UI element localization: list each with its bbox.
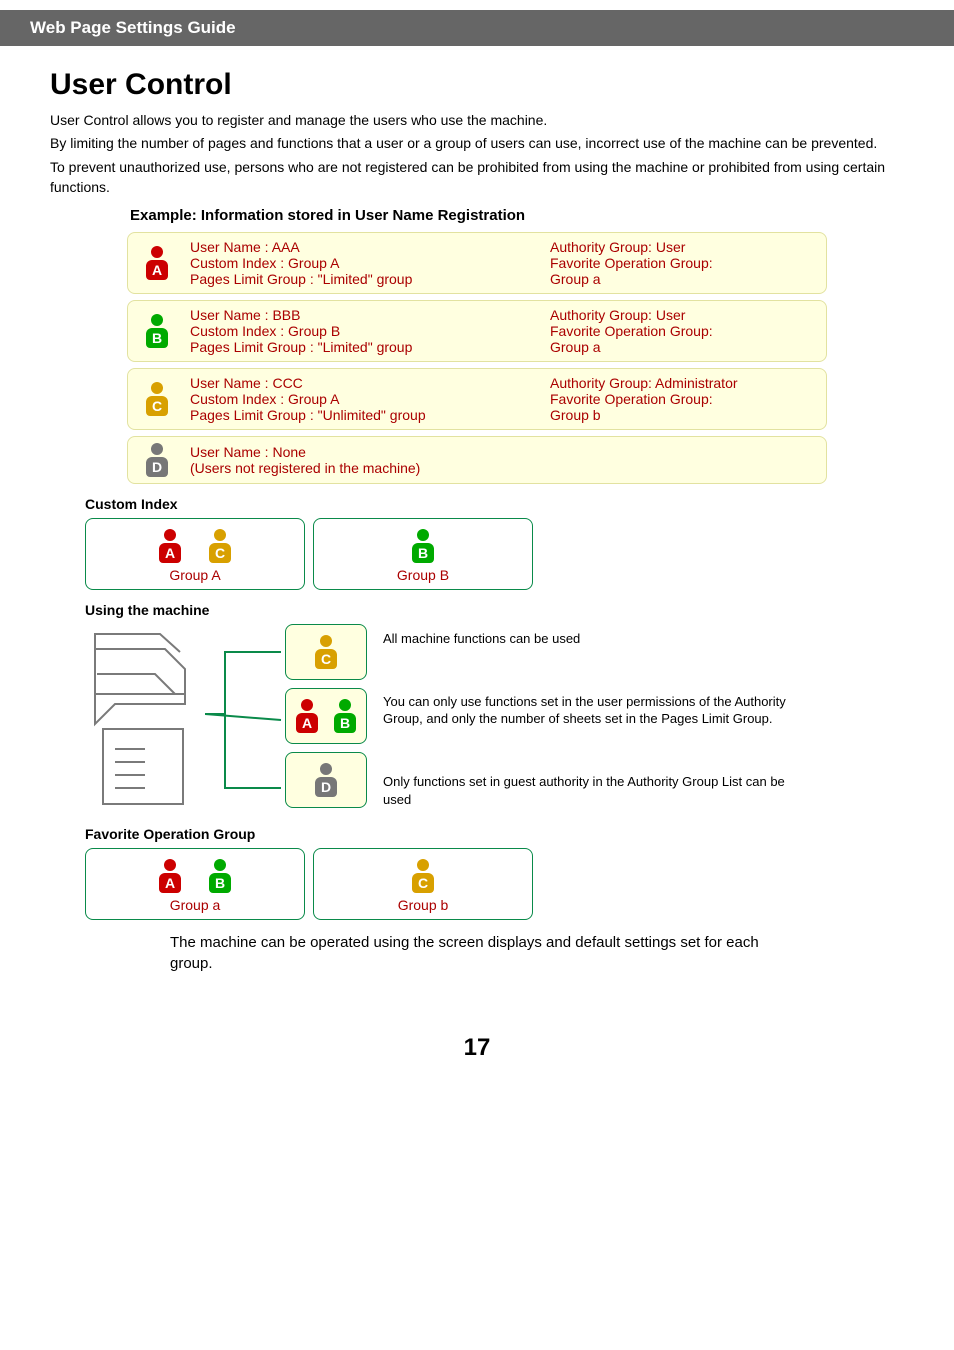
group-label: Group b [326, 897, 520, 913]
fav-note: The machine can be operated using the sc… [170, 932, 790, 974]
user-info: User Name : BBB [190, 307, 542, 323]
user-block-d: D User Name : None (Users not registered… [127, 436, 827, 484]
intro-text: User Control allows you to register and … [50, 110, 904, 197]
group-label: Group A [98, 567, 292, 583]
printer-icon [85, 624, 205, 814]
user-info: Pages Limit Group : "Unlimited" group [190, 407, 542, 423]
user-info: Group a [550, 339, 822, 355]
user-info: Custom Index : Group A [190, 391, 542, 407]
example-heading: Example: Information stored in User Name… [130, 207, 904, 224]
using-diagram: C A B D All machine functions can be use… [85, 624, 904, 814]
user-info: Authority Group: User [550, 307, 822, 323]
user-icon: B [146, 328, 168, 348]
using-heading: Using the machine [85, 602, 904, 618]
fav-groups: A B Group a C Group b [85, 848, 904, 920]
user-info: Authority Group: Administrator [550, 375, 822, 391]
user-info: Authority Group: User [550, 239, 822, 255]
user-icon: A [159, 859, 181, 893]
user-info: Group b [550, 407, 822, 423]
user-info: Favorite Operation Group: [550, 255, 822, 271]
user-info: Custom Index : Group A [190, 255, 542, 271]
user-info: Custom Index : Group B [190, 323, 542, 339]
group-label: Group B [326, 567, 520, 583]
user-info: Favorite Operation Group: [550, 391, 822, 407]
user-icon: B [209, 859, 231, 893]
user-icon: D [146, 457, 168, 477]
user-info: Favorite Operation Group: [550, 323, 822, 339]
group-label: Group a [98, 897, 292, 913]
user-badge-c: C [128, 369, 186, 429]
user-block-a: A User Name : AAA Custom Index : Group A… [127, 232, 827, 294]
user-icon: B [412, 529, 434, 563]
fav-heading: Favorite Operation Group [85, 826, 904, 842]
user-icon: A [146, 260, 168, 280]
header-band: Web Page Settings Guide [0, 10, 954, 46]
fav-group-b: C Group b [313, 848, 533, 920]
user-badge-b: B [128, 301, 186, 361]
user-info: Group a [550, 271, 822, 287]
custom-index-group-a: A C Group A [85, 518, 305, 590]
user-icon: B [334, 699, 356, 733]
user-block-c: C User Name : CCC Custom Index : Group A… [127, 368, 827, 430]
custom-index-heading: Custom Index [85, 496, 904, 512]
user-icon: D [315, 763, 337, 797]
intro-line: By limiting the number of pages and func… [50, 133, 904, 153]
intro-line: To prevent unauthorized use, persons who… [50, 157, 904, 198]
user-icon: A [159, 529, 181, 563]
user-badge-a: A [128, 233, 186, 293]
using-desc: All machine functions can be used [383, 630, 813, 648]
user-info: User Name : AAA [190, 239, 542, 255]
user-block-b: B User Name : BBB Custom Index : Group B… [127, 300, 827, 362]
guide-title: Web Page Settings Guide [30, 18, 236, 37]
custom-index-group-b: B Group B [313, 518, 533, 590]
user-info: User Name : None [190, 444, 542, 460]
user-badge-d: D [128, 437, 186, 483]
user-info: User Name : CCC [190, 375, 542, 391]
user-icon: C [146, 396, 168, 416]
user-icon: C [315, 635, 337, 669]
page-number: 17 [50, 1034, 904, 1092]
target-box-c: C [285, 624, 367, 680]
intro-line: User Control allows you to register and … [50, 110, 904, 130]
using-desc: You can only use functions set in the us… [383, 693, 813, 728]
target-box-ab: A B [285, 688, 367, 744]
connector-lines [205, 624, 285, 814]
user-icon: C [412, 859, 434, 893]
user-info: (Users not registered in the machine) [190, 460, 542, 476]
user-icon: C [209, 529, 231, 563]
fav-group-a: A B Group a [85, 848, 305, 920]
using-desc: Only functions set in guest authority in… [383, 773, 813, 808]
target-box-d: D [285, 752, 367, 808]
page-title: User Control [50, 68, 904, 102]
user-info: Pages Limit Group : "Limited" group [190, 271, 542, 287]
user-info: Pages Limit Group : "Limited" group [190, 339, 542, 355]
custom-index-groups: A C Group A B Group B [85, 518, 904, 590]
user-icon: A [296, 699, 318, 733]
